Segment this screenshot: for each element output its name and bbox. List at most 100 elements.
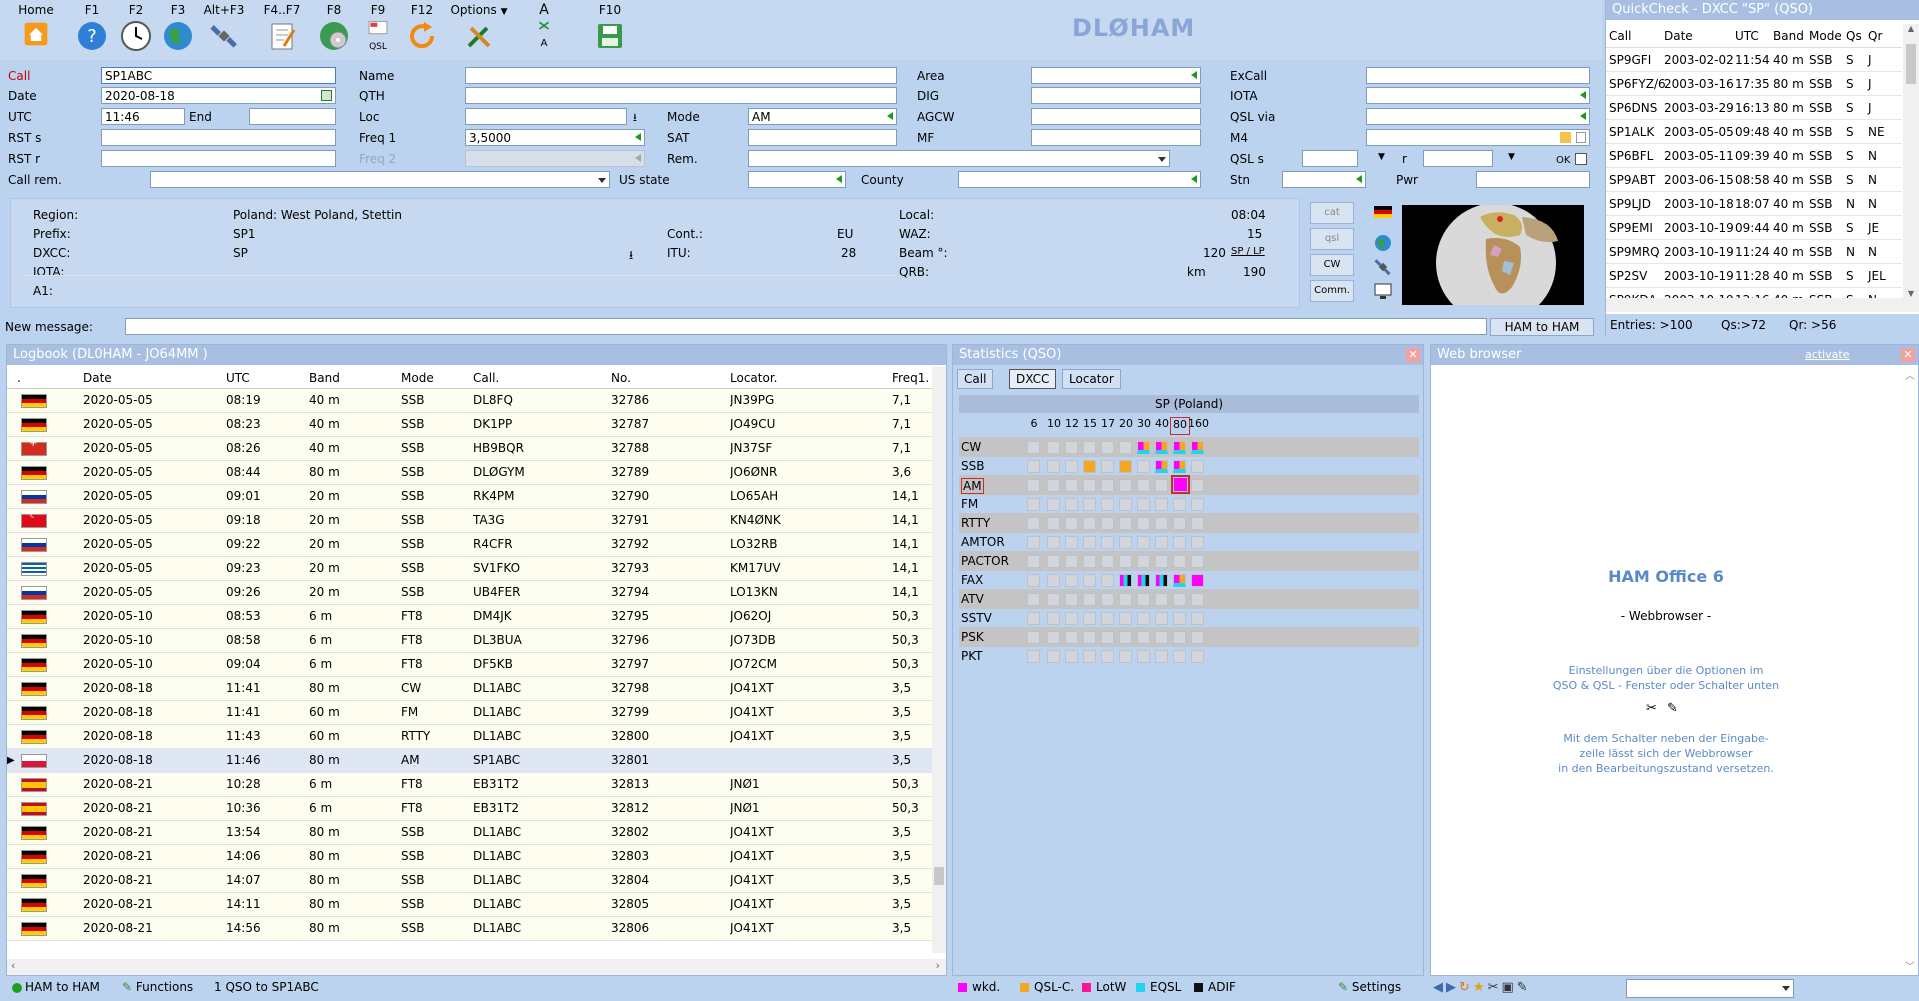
stats-cell[interactable] <box>1027 479 1040 492</box>
stats-cell[interactable] <box>1083 460 1096 473</box>
table-row[interactable]: ☾ 2020-05-05 09:18 20 m SSB TA3G 32791 KN4ØNK 14… <box>7 509 932 533</box>
mode-label[interactable]: FM <box>961 497 978 511</box>
col-freq1[interactable]: Freq1. <box>892 367 929 389</box>
table-row[interactable]: 2020-05-05 08:19 40 m SSB DL8FQ 32786 JN39PG 7,… <box>7 389 932 413</box>
toolbar-save[interactable]: F10 <box>588 2 632 52</box>
dig-input[interactable] <box>1031 87 1201 104</box>
quickcheck-row[interactable]: SP1ALK 2003-05-05 09:48 40 m SSB S NE <box>1606 120 1902 144</box>
browser-edit-icon[interactable]: ✎ <box>1667 701 1678 716</box>
stats-cell[interactable] <box>1155 536 1168 549</box>
stats-cell[interactable] <box>1065 479 1078 492</box>
locator-lookup-icon[interactable]: ⭳ <box>633 109 637 128</box>
browser-tools-icon[interactable]: ✂ <box>1646 701 1657 716</box>
table-row[interactable]: 2020-08-21 14:56 80 m SSB DL1ABC 32806 JO41XT 3… <box>7 917 932 941</box>
stats-cell[interactable] <box>1027 574 1040 587</box>
stats-cell[interactable] <box>1191 593 1204 606</box>
globe-icon[interactable] <box>1374 234 1392 252</box>
stats-cell[interactable] <box>1137 536 1150 549</box>
tab-call[interactable]: Call <box>957 369 994 389</box>
tab-locator[interactable]: Locator <box>1062 369 1121 389</box>
table-row[interactable]: 2020-08-21 10:28 6 m FT8 EB31T2 32813 JNØ1 50,3 <box>7 773 932 797</box>
scroll-left-icon[interactable]: ‹ <box>11 959 15 972</box>
band-header-10[interactable]: 10 <box>1044 417 1064 430</box>
qc-col-qr[interactable]: Qr <box>1868 24 1882 48</box>
qc-col-date[interactable]: Date <box>1664 24 1693 48</box>
stats-cell[interactable] <box>1173 650 1186 663</box>
stats-cell[interactable] <box>1101 631 1114 644</box>
us-state-arrow-icon[interactable] <box>836 175 842 183</box>
stats-cell[interactable] <box>1173 555 1186 568</box>
stats-cell[interactable] <box>1119 631 1132 644</box>
stats-cell[interactable] <box>1083 574 1096 587</box>
status-ham-to-ham[interactable]: HAM to HAM <box>12 980 100 994</box>
stats-cell[interactable] <box>1027 631 1040 644</box>
toolbar-help[interactable]: F1 ? <box>72 2 112 52</box>
band-header-40[interactable]: 40 <box>1152 417 1172 430</box>
stats-cell[interactable] <box>1191 479 1204 492</box>
qc-col-qs[interactable]: Qs <box>1846 24 1862 48</box>
quickcheck-row[interactable]: SP6BFL 2003-05-11 09:39 40 m SSB S N <box>1606 144 1902 168</box>
stats-cell[interactable] <box>1047 631 1060 644</box>
stats-cell[interactable] <box>1119 555 1132 568</box>
qth-input[interactable] <box>465 87 897 104</box>
stats-cell[interactable] <box>1047 536 1060 549</box>
stats-cell[interactable] <box>1119 479 1132 492</box>
scrollbar-thumb[interactable] <box>1906 44 1916 84</box>
col-utc[interactable]: UTC <box>226 367 250 389</box>
name-input[interactable] <box>465 67 897 84</box>
stats-cell[interactable] <box>1083 631 1096 644</box>
call-input[interactable]: SP1ABC <box>101 67 336 84</box>
stats-cell[interactable] <box>1137 498 1150 511</box>
url-select[interactable] <box>1626 979 1794 998</box>
col-date[interactable]: Date <box>83 367 112 389</box>
stats-cell[interactable] <box>1065 612 1078 625</box>
stats-cell[interactable] <box>1101 650 1114 663</box>
settings-button[interactable]: ✎ Settings <box>1338 980 1401 994</box>
stats-cell[interactable] <box>1191 555 1204 568</box>
stats-cell[interactable] <box>1191 441 1204 454</box>
mode-label[interactable]: FAX <box>961 573 983 587</box>
stats-cell[interactable] <box>1065 536 1078 549</box>
table-row[interactable]: 2020-08-21 13:54 80 m SSB DL1ABC 32802 JO41XT 3… <box>7 821 932 845</box>
stats-cell[interactable] <box>1083 441 1096 454</box>
stats-cell[interactable] <box>1083 593 1096 606</box>
col-call[interactable]: Call. <box>473 367 499 389</box>
locator-input[interactable] <box>465 108 627 125</box>
table-row[interactable]: 2020-08-21 14:11 80 m SSB DL1ABC 32805 JO41XT 3… <box>7 893 932 917</box>
stats-cell[interactable] <box>1137 441 1150 454</box>
stats-cell[interactable] <box>1137 574 1150 587</box>
freq1-arrow-icon[interactable] <box>635 133 641 141</box>
stats-cell[interactable] <box>1047 574 1060 587</box>
mode-label[interactable]: SSTV <box>961 611 992 625</box>
dx-cluster-icon[interactable] <box>1374 282 1392 300</box>
date-input[interactable]: 2020-08-18 <box>101 87 336 104</box>
stats-cell[interactable] <box>1137 517 1150 530</box>
m4-input[interactable] <box>1366 129 1590 146</box>
browser-scrollbar[interactable]: ︿ ﹀ <box>1903 367 1917 975</box>
station-arrow-icon[interactable] <box>1356 175 1362 183</box>
col-mode[interactable]: Mode <box>401 367 434 389</box>
agcw-input[interactable] <box>1031 108 1201 125</box>
table-row[interactable]: 2020-05-05 08:23 40 m SSB DK1PP 32787 JO49CU 7,… <box>7 413 932 437</box>
band-header-17[interactable]: 17 <box>1098 417 1118 430</box>
stats-cell[interactable] <box>1065 631 1078 644</box>
table-row[interactable]: 2020-08-21 14:07 80 m SSB DL1ABC 32804 JO41XT 3… <box>7 869 932 893</box>
ok-checkbox[interactable] <box>1575 153 1587 165</box>
toolbar-notepad[interactable]: F4..F7 <box>260 2 304 52</box>
mode-label[interactable]: SSB <box>961 459 984 473</box>
stats-cell[interactable] <box>1027 612 1040 625</box>
table-row[interactable]: 2020-08-18 11:43 60 m RTTY DL1ABC 32800 JO41XT… <box>7 725 932 749</box>
toolbar-satellite[interactable]: Alt+F3 <box>200 2 248 52</box>
col-band[interactable]: Band <box>309 367 340 389</box>
stats-cell[interactable] <box>1047 593 1060 606</box>
stats-cell[interactable] <box>1171 475 1190 494</box>
col-flag[interactable]: . <box>17 367 21 389</box>
stats-cell[interactable] <box>1119 612 1132 625</box>
table-row[interactable]: 2020-05-05 09:01 20 m SSB RK4PM 32790 LO65AH 14… <box>7 485 932 509</box>
stats-cell[interactable] <box>1101 479 1114 492</box>
table-row[interactable]: 2020-08-18 11:41 80 m CW DL1ABC 32798 JO41XT 3,… <box>7 677 932 701</box>
stats-cell[interactable] <box>1173 517 1186 530</box>
comm-button[interactable]: Comm. <box>1310 280 1354 302</box>
band-header-30[interactable]: 30 <box>1134 417 1154 430</box>
col-locator[interactable]: Locator. <box>730 367 777 389</box>
